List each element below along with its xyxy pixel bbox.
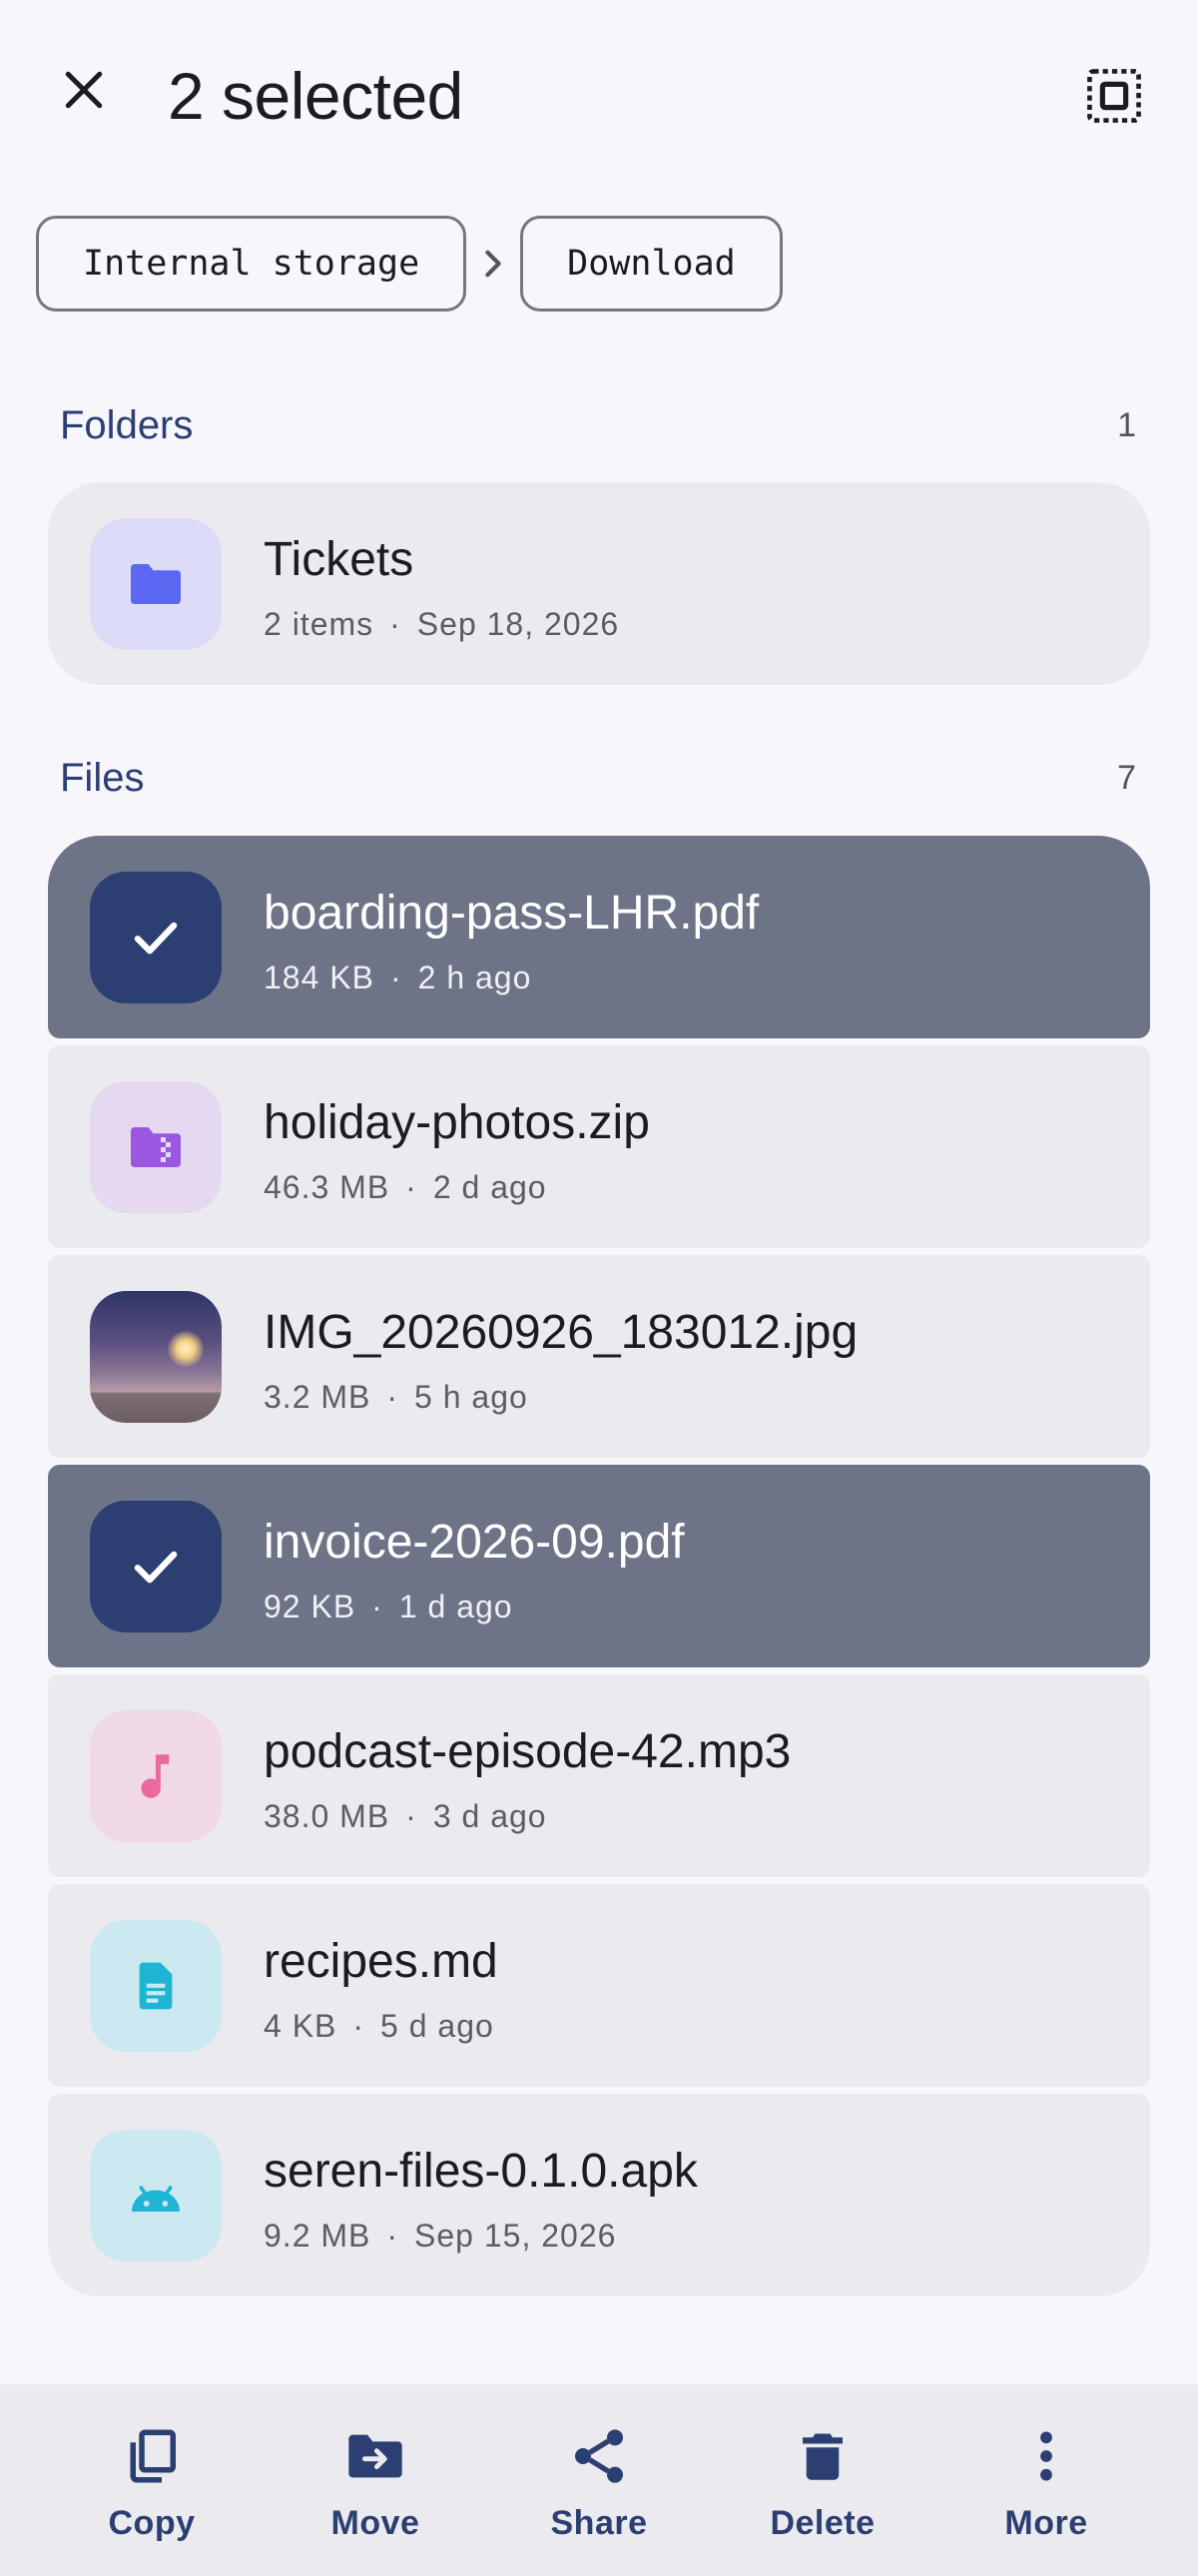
selected-check-thumb [90,1501,222,1632]
file-meta: 4 KB · 5 d ago [264,2008,494,2044]
file-row[interactable]: boarding-pass-LHR.pdf 184 KB · 2 h ago [48,836,1150,1038]
audio-thumb [90,1710,222,1842]
folders-section-title: Folders [60,402,194,447]
file-size: 38.0 MB [264,1798,390,1834]
document-thumb [90,1920,222,2052]
file-meta: 92 KB · 1 d ago [264,1589,513,1624]
check-icon [134,922,178,955]
file-date: 2 h ago [417,960,532,995]
file-row[interactable]: IMG_20260926_183012.jpg 3.2 MB · 5 h ago [48,1255,1150,1458]
file-meta: 46.3 MB · 2 d ago [264,1169,547,1205]
move-button[interactable]: Move [276,2384,475,2576]
file-name: holiday-photos.zip [264,1096,650,1149]
chevron-right-icon [466,216,520,312]
file-date: 1 d ago [398,1589,513,1624]
file-meta: 3.2 MB · 5 h ago [264,1379,528,1415]
delete-button[interactable]: Delete [723,2384,922,2576]
files-section-title: Files [60,755,145,800]
delete-label: Delete [770,2504,876,2542]
copy-label: Copy [108,2504,196,2542]
check-icon [134,1551,178,1584]
android-icon [132,2186,180,2212]
archive-thumb [90,1081,222,1213]
image-thumbnail [90,1291,222,1423]
file-date: 5 d ago [380,2008,494,2044]
sun-glow [168,1331,204,1367]
file-meta: 38.0 MB · 3 d ago [264,1798,547,1834]
file-row[interactable]: recipes.md 4 KB · 5 d ago [48,1884,1150,2087]
selection-title: 2 selected [168,59,463,133]
file-name: boarding-pass-LHR.pdf [264,887,760,940]
archive-folder-icon [131,1127,181,1167]
file-size: 46.3 MB [264,1169,390,1205]
selected-check-thumb [90,872,222,1003]
breadcrumb: Internal storage Download [36,216,783,312]
file-row[interactable]: podcast-episode-42.mp3 38.0 MB · 3 d ago [48,1674,1150,1877]
select-all-button[interactable] [1074,56,1154,136]
file-name: IMG_20260926_183012.jpg [264,1306,859,1359]
file-name: podcast-episode-42.mp3 [264,1725,792,1778]
file-meta: 184 KB · 2 h ago [264,960,532,995]
file-date: 2 d ago [432,1169,547,1205]
move-label: Move [330,2504,420,2542]
files-count: 7 [1117,758,1136,797]
copy-button[interactable]: Copy [52,2384,252,2576]
file-name: recipes.md [264,1935,498,1988]
more-label: More [1004,2504,1088,2542]
delete-icon [791,2424,855,2488]
document-icon [139,1962,173,2010]
file-row[interactable]: invoice-2026-09.pdf 92 KB · 1 d ago [48,1465,1150,1667]
file-size: 4 KB [264,2008,337,2044]
file-date: Sep 15, 2026 [414,2218,617,2254]
share-button[interactable]: Share [499,2384,699,2576]
share-label: Share [550,2504,648,2542]
more-vert-icon [1014,2424,1078,2488]
file-row[interactable]: seren-files-0.1.0.apk 9.2 MB · Sep 15, 202… [48,2094,1150,2296]
apk-thumb [90,2130,222,2261]
file-date: 3 d ago [432,1798,547,1834]
file-name: seren-files-0.1.0.apk [264,2145,698,2198]
file-name: invoice-2026-09.pdf [264,1516,685,1569]
folders-count: 1 [1117,405,1136,444]
file-size: 3.2 MB [264,1379,371,1415]
file-date: 5 h ago [414,1379,528,1415]
move-icon [343,2424,407,2488]
folder-name: Tickets [264,533,414,586]
folders-section-header: Folders 1 [60,395,1138,455]
folder-meta: 2 items · Sep 18, 2026 [264,606,620,642]
folder-item-count: 2 items [264,606,374,642]
bottom-action-bar: Copy Move Share Delete More [0,2384,1198,2576]
close-selection-button[interactable] [44,50,124,130]
file-meta: 9.2 MB · Sep 15, 2026 [264,2218,617,2254]
copy-icon [120,2424,184,2488]
file-row[interactable]: holiday-photos.zip 46.3 MB · 2 d ago [48,1045,1150,1248]
folder-date: Sep 18, 2026 [416,606,620,642]
file-size: 9.2 MB [264,2218,371,2254]
files-section-header: Files 7 [60,748,1138,808]
close-icon [65,71,103,109]
breadcrumb-download[interactable]: Download [520,216,783,312]
music-note-icon [141,1754,170,1798]
breadcrumb-internal-storage[interactable]: Internal storage [36,216,467,312]
file-size: 184 KB [264,960,374,995]
folder-thumb [90,518,222,650]
folder-icon [131,564,181,604]
share-icon [567,2424,631,2488]
folder-row-tickets[interactable]: Tickets 2 items · Sep 18, 2026 [48,482,1150,685]
select-all-icon [1087,69,1141,123]
more-button[interactable]: More [946,2384,1146,2576]
file-size: 92 KB [264,1589,356,1624]
top-app-bar: 2 selected [0,0,1198,190]
